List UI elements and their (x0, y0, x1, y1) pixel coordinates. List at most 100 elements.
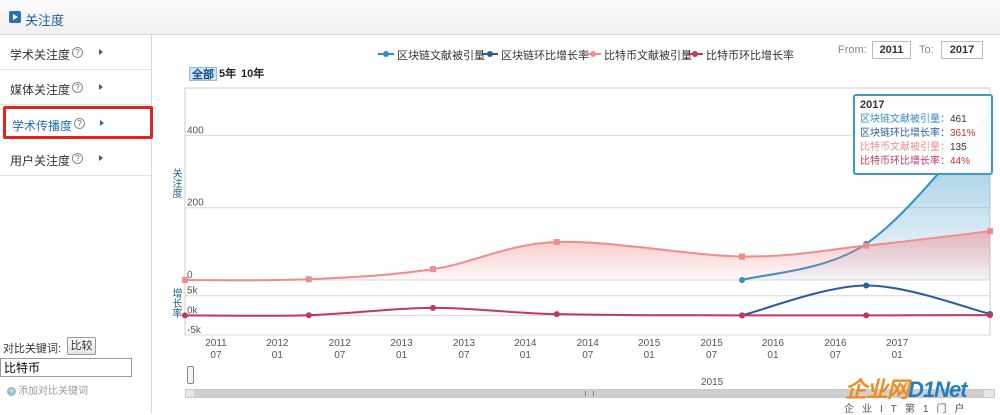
sidebar-item-label: 媒体关注度 (10, 83, 71, 97)
navigator-label: 2015 (701, 377, 724, 388)
add-compare-keyword-link[interactable]: + 添加对比关键词 (7, 382, 88, 397)
x-tick-label: 2011 (205, 338, 227, 349)
zoom-5y-button[interactable]: 5年 (219, 67, 236, 81)
tooltip-row: 比特币文献被引量：135 (860, 141, 986, 155)
from-label: From: (838, 44, 867, 56)
x-tick-label: 07 (334, 350, 346, 361)
data-point (739, 312, 746, 319)
from-year-input[interactable]: 2011 (872, 41, 911, 59)
tooltip-row-label: 区块链环比增长率： (860, 128, 950, 139)
tooltip-row: 比特币环比增长率：44% (860, 155, 986, 169)
legend-marker (585, 51, 601, 57)
y-tick-label: 5k (187, 286, 199, 297)
tooltip-row-value: 361% (950, 128, 976, 139)
legend-label: 比特币环比增长率 (706, 50, 794, 62)
sidebar-item-label: 学术关注度 (10, 48, 71, 62)
page-title: 关注度 (25, 13, 65, 28)
x-tick-label: 01 (396, 350, 408, 361)
help-icon[interactable]: ? (74, 118, 85, 129)
data-point (182, 277, 188, 283)
compare-keyword-input[interactable] (0, 358, 132, 377)
x-tick-label: 07 (830, 350, 842, 361)
chart-tooltip: 2017 区块链文献被引量：461 区块链环比增长率：361% 比特币文献被引量：1… (853, 94, 993, 175)
y-tick-label: 400 (187, 125, 204, 136)
data-point (553, 239, 560, 246)
help-icon[interactable]: ? (72, 47, 83, 58)
x-tick-label: 2013 (390, 338, 413, 349)
data-point (863, 282, 870, 289)
tooltip-row-value: 461 (950, 114, 967, 125)
x-tick-label: 01 (767, 350, 779, 361)
navigator-grip[interactable] (585, 391, 594, 396)
tooltip-row-value: 44% (950, 156, 971, 167)
legend-marker (482, 51, 498, 57)
sidebar-item-label: 用户关注度 (10, 154, 71, 168)
x-tick-label: 01 (892, 350, 904, 361)
legend-marker (687, 51, 703, 57)
legend-label: 区块链环比增长率 (501, 50, 589, 62)
data-point (305, 276, 312, 283)
x-tick-label: 07 (210, 350, 222, 361)
x-tick-label: 2015 (638, 338, 661, 349)
tooltip-year: 2017 (860, 99, 885, 111)
help-icon[interactable]: ? (72, 153, 83, 164)
data-point (739, 253, 746, 260)
sidebar-item-media-attention[interactable]: 媒体关注度 ? (0, 70, 151, 105)
sidebar-item-user-attention[interactable]: 用户关注度 ? (0, 141, 151, 176)
sidebar-item-academic-spread[interactable]: 学术传播度 ? (3, 106, 153, 139)
x-tick-label: 2012 (266, 338, 289, 349)
x-tick-label: 2014 (514, 338, 537, 349)
data-point (182, 312, 188, 319)
data-point (305, 312, 312, 319)
compare-button[interactable]: 比较 (67, 337, 96, 355)
data-point (429, 266, 436, 273)
data-point (429, 304, 436, 311)
tooltip-row-value: 135 (950, 142, 967, 153)
series-line (184, 306, 991, 317)
legend-marker (378, 51, 394, 57)
watermark-text-orange: 企业网 (845, 377, 909, 402)
tooltip-row: 区块链环比增长率：361% (860, 127, 986, 141)
help-icon[interactable]: ? (72, 82, 83, 93)
x-tick-label: 2014 (577, 338, 600, 349)
zoom-10y-button[interactable]: 10年 (241, 67, 264, 81)
legend-label: 比特币文献被引量 (604, 50, 692, 62)
data-point (863, 242, 870, 249)
x-tick-label: 2016 (824, 338, 847, 349)
x-tick-label: 2015 (700, 338, 723, 349)
navigator-left-handle[interactable] (187, 366, 194, 384)
x-tick-label: 01 (520, 350, 532, 361)
x-tick-label: 2013 (453, 338, 476, 349)
zoom-all-button[interactable]: 全部 (189, 67, 217, 81)
chevron-right-icon (99, 49, 103, 55)
data-point (987, 228, 993, 235)
x-tick-label: 2016 (762, 338, 785, 349)
tooltip-row: 区块链文献被引量：461 (860, 113, 986, 127)
x-tick-label: 07 (706, 350, 718, 361)
watermark-logo: 企业网D1Net 企业IT第1门户 (840, 368, 1000, 415)
chevron-right-icon (100, 120, 104, 126)
x-tick-label: 2017 (886, 338, 909, 349)
plus-icon: + (7, 386, 16, 396)
sidebar-item-academic-attention[interactable]: 学术关注度 ? (0, 35, 151, 70)
chevron-right-icon (99, 155, 103, 161)
y-tick-label: 200 (187, 198, 204, 209)
series-line (741, 284, 991, 317)
header-bar: 关注度 (0, 0, 1000, 35)
sidebar-item-label: 学术传播度 (12, 119, 73, 133)
x-tick-label: 01 (272, 350, 284, 361)
chevron-right-icon (99, 84, 103, 90)
legend-label: 区块链文献被引量 (397, 50, 485, 62)
data-point (553, 311, 560, 318)
watermark-text-blue: D1Net (908, 377, 968, 402)
add-keyword-label: 添加对比关键词 (18, 386, 88, 397)
collapse-icon[interactable] (9, 11, 21, 23)
series-area (185, 231, 990, 281)
tooltip-row-label: 比特币环比增长率： (860, 156, 950, 167)
tooltip-row-label: 比特币文献被引量： (860, 142, 950, 153)
to-year-input[interactable]: 2017 (941, 41, 983, 59)
x-tick-label: 01 (644, 350, 656, 361)
x-tick-label: 07 (458, 350, 470, 361)
data-point (863, 312, 870, 319)
to-label: To: (919, 44, 934, 56)
